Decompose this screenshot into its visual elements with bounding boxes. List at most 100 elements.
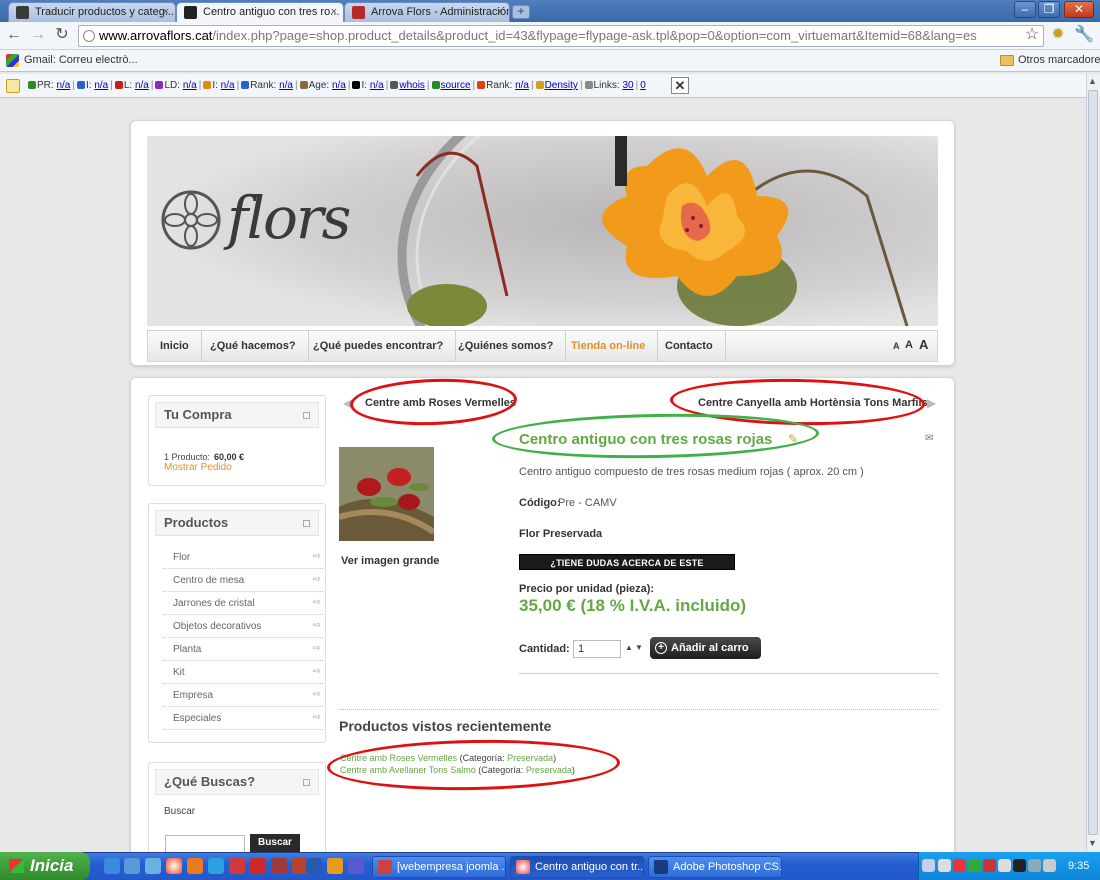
explorer-icon[interactable] [145,858,161,874]
seo-metric-link[interactable]: n/a [94,80,108,91]
tray-volume-icon[interactable] [1043,859,1056,872]
desktop-icon[interactable] [124,858,140,874]
search-input[interactable] [165,835,245,853]
category-empresa[interactable]: Empresa ⇨ [163,684,323,707]
app-icon[interactable] [208,858,224,874]
nav-que-puedes-encontrar[interactable]: ¿Qué puedes encontrar? [301,331,457,361]
reload-button[interactable]: ↻ [52,26,72,46]
seo-metric-link[interactable]: whois [399,80,425,91]
seo-metric-link[interactable]: n/a [515,80,529,91]
seo-metric-link[interactable]: n/a [370,80,384,91]
tray-icon[interactable] [938,859,951,872]
add-to-cart-button[interactable]: + Añadir al carro [650,637,761,659]
chrome-icon[interactable] [166,858,182,874]
main-navigation: Inicio ¿Qué hacemos? ¿Qué puedes encontr… [147,330,938,362]
nav-que-hacemos[interactable]: ¿Qué hacemos? [198,331,309,361]
seo-metric-link[interactable]: n/a [183,80,197,91]
seo-metric-link[interactable]: 30 [622,80,633,91]
quantity-decrement-icon[interactable]: ▼ [635,643,643,652]
cart-module-title: Tu Compra [155,402,319,428]
font-size-small-button[interactable]: A [893,341,900,351]
show-order-link[interactable]: Mostrar Pedido [164,462,232,473]
tray-arrow-icon[interactable] [922,859,935,872]
collapse-icon[interactable] [303,520,310,527]
font-size-large-button[interactable]: A [919,337,928,352]
tab-traducir[interactable]: Traducir productos y categ... × [8,2,176,22]
ie-icon[interactable] [104,858,120,874]
category-objetos-decorativos[interactable]: Objetos decorativos ⇨ [163,615,323,638]
nav-contacto[interactable]: Contacto [653,331,726,361]
seo-metric-link[interactable]: n/a [135,80,149,91]
bookmark-gmail[interactable]: Gmail: Correu electrò... [24,54,138,66]
seo-metric-link[interactable]: n/a [56,80,70,91]
nav-inicio[interactable]: Inicio [148,331,202,361]
wrench-menu-icon[interactable]: 🔧 [1074,26,1094,46]
tray-icon[interactable] [1013,859,1026,872]
view-large-image-link[interactable]: Ver imagen grande [341,555,439,567]
collapse-icon[interactable] [303,412,310,419]
maximize-button[interactable]: ❐ [1038,1,1060,18]
seo-metrics: PR: n/a | I: n/a | L: n/a | LD: n/a | I: n/a | Ran… [28,80,646,91]
tray-network-icon[interactable] [1028,859,1041,872]
ask-question-button[interactable]: ¿TIENE DUDAS ACERCA DE ESTE PRODUCTO? [519,554,735,584]
seo-metric-link[interactable]: 0 [640,80,646,91]
seo-metric-link[interactable]: source [441,80,471,91]
nav-quienes-somos[interactable]: ¿Quiénes somos? [446,331,567,361]
bookmark-star-icon[interactable]: ☆ [1022,26,1042,46]
start-button[interactable]: Inicia [0,852,90,880]
misc-icon[interactable] [348,858,364,874]
task-gmail[interactable]: [webempresa joomla ... [372,856,506,878]
seo-metric-link[interactable]: Density [545,80,578,91]
category-especiales[interactable]: Especiales ⇨ [163,707,323,730]
filezilla-icon[interactable] [271,858,287,874]
task-photoshop[interactable]: Adobe Photoshop CS... [648,856,782,878]
forward-button[interactable]: → [28,26,48,46]
gmail-icon[interactable] [229,858,245,874]
cart-module: Tu Compra 1 Producto: 60,00 € Mostrar Pe… [148,395,326,486]
nav-tienda-online[interactable]: Tienda on-line [559,331,659,361]
firefox-icon[interactable] [187,858,203,874]
collapse-icon[interactable] [303,779,310,786]
tray-icon[interactable] [998,859,1011,872]
bookmark-other[interactable]: Otros marcadores [1018,54,1100,66]
extension-gear-icon[interactable]: ✹ [1048,26,1068,46]
seo-close-button[interactable]: ✕ [671,77,689,94]
product-image[interactable] [339,447,434,541]
next-arrow-icon[interactable]: ▶ [927,396,936,410]
new-tab-button[interactable]: + [512,5,530,19]
close-window-button[interactable]: ✕ [1064,1,1094,18]
address-bar[interactable]: www.arrovaflors.cat/index.php?page=shop.… [78,25,1044,47]
scroll-up-arrow-icon[interactable]: ▲ [1088,76,1097,86]
tab-arrova-admin[interactable]: Arrova Flors - Administración × [344,2,510,22]
close-icon[interactable]: × [497,6,503,18]
acrobat-icon[interactable] [250,858,266,874]
category-kit[interactable]: Kit ⇨ [163,661,323,684]
search-button[interactable]: Buscar [250,834,300,852]
tray-icon[interactable] [953,859,966,872]
site-logo-text[interactable]: flors [227,184,351,252]
quantity-input[interactable]: 1 [573,640,621,658]
category-flor[interactable]: Flor ⇨ [163,546,323,569]
close-icon[interactable]: × [331,6,337,18]
category-centro-de-mesa[interactable]: Centro de mesa ⇨ [163,569,323,592]
seo-gear-icon[interactable] [6,79,20,93]
close-icon[interactable]: × [163,6,169,18]
category-jarrones[interactable]: Jarrones de cristal ⇨ [163,592,323,615]
tray-shield-icon[interactable] [983,859,996,872]
scroll-down-arrow-icon[interactable]: ▼ [1088,838,1097,848]
back-button[interactable]: ← [4,26,24,46]
quantity-increment-icon[interactable]: ▲ [625,643,633,652]
minimize-button[interactable]: – [1014,1,1036,18]
scrollbar-thumb[interactable] [1088,90,1098,835]
email-icon[interactable]: ✉ [925,433,933,444]
seo-metric-link[interactable]: n/a [279,80,293,91]
task-chrome[interactable]: Centro antiguo con tr... [510,856,644,878]
misc-icon[interactable] [327,858,343,874]
tray-icon[interactable] [968,859,981,872]
word-icon[interactable] [306,858,322,874]
category-planta[interactable]: Planta ⇨ [163,638,323,661]
seo-metric-link[interactable]: n/a [221,80,235,91]
seo-metric-link[interactable]: n/a [332,80,346,91]
font-size-reset-button[interactable]: A [905,339,913,351]
tab-centro-antiguo[interactable]: Centro antiguo con tres ro... × [176,2,344,23]
